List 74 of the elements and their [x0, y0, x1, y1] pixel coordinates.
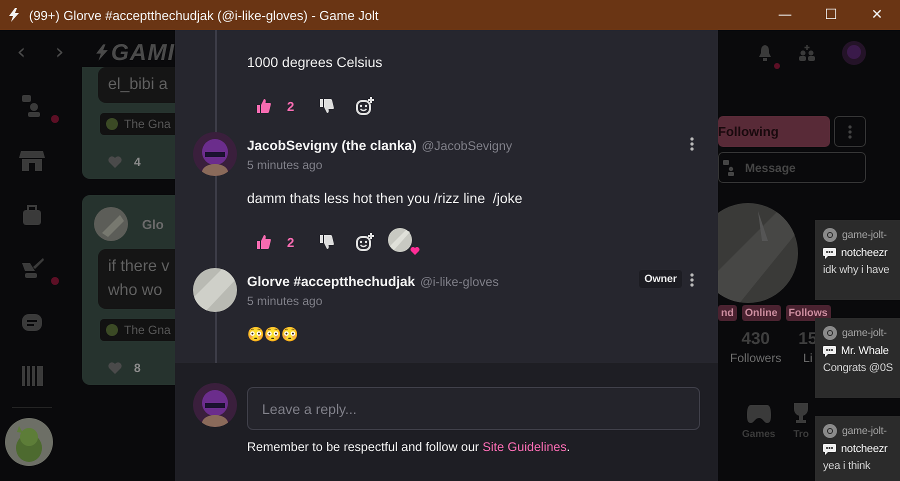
comment-text: 😳😳😳 [247, 326, 299, 342]
reply-field[interactable]: Leave a reply... [247, 387, 700, 430]
stat-label: Li [803, 351, 812, 365]
thumbs-up-icon[interactable] [257, 99, 271, 113]
notification-toast[interactable]: game-jolt- Mr. Whale Congrats @0S [815, 318, 900, 398]
browser-icon [823, 424, 837, 438]
logo[interactable]: GAMI [94, 39, 175, 66]
owner-badge: Owner [639, 270, 682, 288]
notification-source: game-jolt- [842, 425, 887, 437]
notification-author: notcheezr [841, 247, 888, 259]
community-icon [106, 118, 118, 130]
speech-bubble-icon [823, 346, 836, 356]
message-button[interactable]: Message [718, 152, 866, 183]
timestamp: 5 minutes ago [247, 294, 324, 308]
like-count: 4 [134, 155, 141, 169]
author-name: Glo [142, 216, 164, 232]
profile-tag: nd [718, 305, 737, 321]
author-name[interactable]: Glorve #acceptthechudjak [247, 274, 416, 289]
notification-message: idk why i have [823, 264, 890, 276]
author-name[interactable]: JacobSevigny (the clanka) [247, 138, 417, 153]
speech-bubble-icon [823, 248, 836, 258]
logo-text: GAMI [110, 39, 175, 66]
notification-source: game-jolt- [842, 229, 887, 241]
notification-author: notcheezr [841, 443, 888, 455]
minimize-button[interactable]: — [762, 0, 808, 30]
browser-icon [823, 228, 837, 242]
profile-tag: Follows [786, 305, 831, 321]
bolt-icon [94, 44, 109, 61]
notification-author: Mr. Whale [841, 345, 889, 357]
notification-message: yea i think [823, 460, 872, 472]
more-icon[interactable] [690, 273, 694, 287]
like-count: 2 [287, 234, 294, 250]
notification-source: game-jolt- [842, 327, 887, 339]
reaction-avatar-icon[interactable] [388, 228, 420, 256]
timestamp: 5 minutes ago [247, 158, 324, 172]
more-icon [848, 124, 852, 138]
community-chip[interactable]: The Gna [100, 319, 175, 341]
post-card[interactable]: el_bibi a The Gna 4 [82, 67, 175, 179]
username[interactable]: @i-like-gloves [420, 275, 499, 289]
comment-text: damm thats less hot then you /rizz line /joke [247, 190, 524, 206]
add-reaction-icon[interactable] [356, 97, 374, 115]
speech-bubble-icon [823, 444, 836, 454]
notification-toast[interactable]: game-jolt- notcheezr yea i think [815, 416, 900, 481]
thumbs-down-icon[interactable] [320, 99, 334, 113]
post-text: if there v who wo [98, 249, 175, 309]
profile-tag: Online [742, 305, 780, 321]
username[interactable]: @JacobSevigny [422, 139, 512, 153]
maximize-button[interactable]: ☐ [808, 0, 854, 30]
chat-icon [723, 160, 735, 176]
browser-icon [823, 326, 837, 340]
notification-toast[interactable]: game-jolt- notcheezr idk why i have [815, 220, 900, 300]
stat-label: Followers [730, 351, 782, 365]
more-icon[interactable] [690, 137, 694, 151]
community-chip[interactable]: The Gna [100, 113, 175, 135]
close-button[interactable]: ✕ [854, 0, 900, 30]
notification-dot [774, 62, 780, 68]
like-count: 8 [134, 361, 141, 375]
gamepad-icon [746, 403, 771, 423]
post-card[interactable]: Glo if there v who wo The Gna 8 [82, 195, 175, 385]
window-title: (99+) Glorve #acceptthechudjak (@i-like-gloves) - Game Jolt [29, 8, 379, 22]
notification-message: Congrats @0S [823, 362, 894, 374]
trophy-icon [794, 403, 808, 423]
comment-text: 1000 degrees Celsius [247, 54, 384, 70]
post-text: el_bibi a [98, 67, 175, 103]
guidelines-note: Remember to be respectful and follow our Site Guidelines. [247, 440, 572, 454]
bolt-icon [8, 8, 20, 22]
add-reaction-icon[interactable] [356, 233, 374, 251]
community-icon [106, 324, 118, 336]
forward-button[interactable]: › [50, 40, 69, 65]
thumbs-down-icon[interactable] [320, 235, 334, 249]
back-button[interactable]: ‹ [12, 40, 30, 65]
guidelines-link[interactable]: Site Guidelines [482, 440, 567, 454]
thumbs-up-icon[interactable] [257, 235, 271, 249]
like-count: 2 [287, 98, 294, 114]
